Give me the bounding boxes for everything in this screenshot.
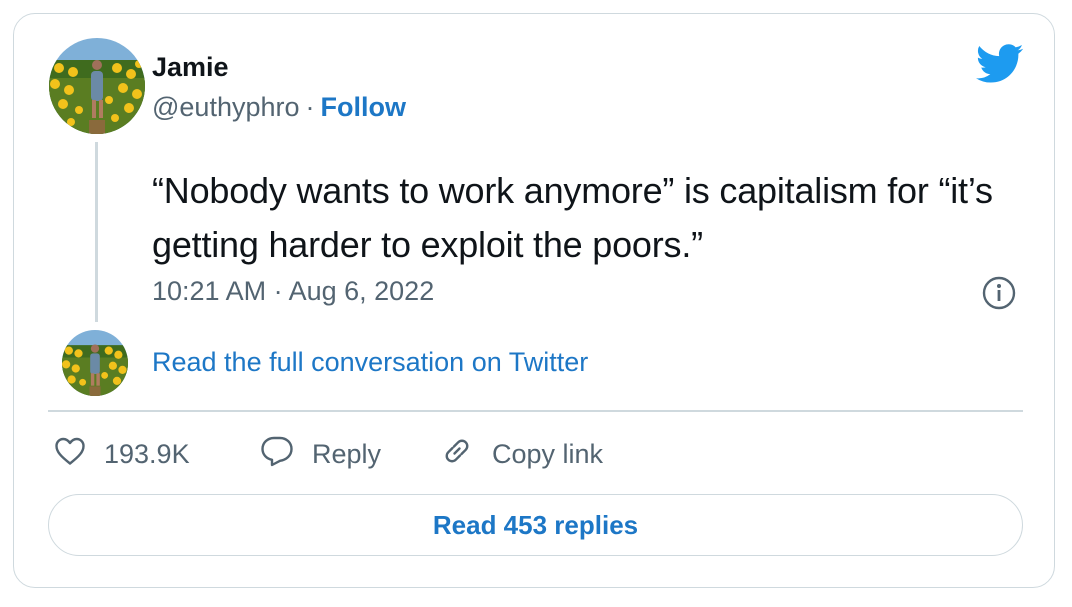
copy-link-button[interactable]: Copy link <box>440 434 603 474</box>
like-button[interactable]: 193.9K <box>54 434 190 474</box>
handle-row: @euthyphro · Follow <box>152 92 406 123</box>
read-conversation-link[interactable]: Read the full conversation on Twitter <box>152 347 588 378</box>
link-icon <box>440 434 492 475</box>
author-avatar[interactable] <box>49 38 145 134</box>
reply-button[interactable]: Reply <box>260 434 381 474</box>
info-icon[interactable] <box>982 276 1016 310</box>
reply-label: Reply <box>312 438 382 469</box>
tweet-timestamp[interactable]: 10:21 AM · Aug 6, 2022 <box>152 276 434 307</box>
copy-link-label: Copy link <box>492 438 604 469</box>
speech-bubble-icon <box>260 435 312 474</box>
author-handle[interactable]: @euthyphro <box>152 92 300 122</box>
twitter-bird-icon[interactable] <box>976 44 1024 84</box>
heart-icon <box>54 436 104 473</box>
thread-line <box>95 142 98 322</box>
author-name[interactable]: Jamie <box>152 52 229 83</box>
like-count: 193.9K <box>104 438 190 469</box>
tweet-card: Jamie @euthyphro · Follow “Nobody wants to… <box>13 13 1055 588</box>
tweet-text: “Nobody wants to work anymore” is capita… <box>152 170 993 265</box>
read-replies-button[interactable]: Read 453 replies <box>48 494 1023 556</box>
handle-separator: · <box>305 92 315 122</box>
reply-avatar[interactable] <box>62 330 128 396</box>
follow-button[interactable]: Follow <box>321 92 406 122</box>
divider <box>48 410 1023 412</box>
